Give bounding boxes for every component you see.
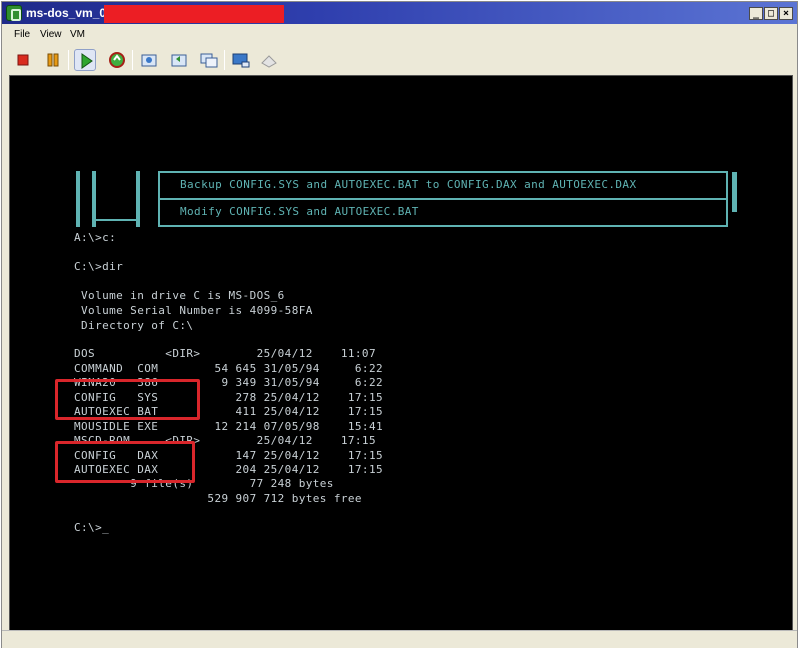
- dos-menu-left-frame: [74, 171, 154, 227]
- console-line: Directory of C:\: [74, 319, 194, 332]
- command-prompt: C:\>_: [74, 521, 110, 534]
- console-line: A:\>c:: [74, 231, 117, 244]
- menu-bar: File View VM: [2, 26, 797, 44]
- close-button[interactable]: ×: [779, 7, 793, 20]
- console-line: Volume in drive C is MS-DOS_6: [74, 289, 285, 302]
- vm-app-icon: [6, 5, 22, 21]
- console-icon[interactable]: [230, 49, 252, 71]
- minimize-button[interactable]: _: [749, 7, 763, 20]
- title-bar[interactable]: ms-dos_vm_0 _ □ ×: [2, 2, 797, 24]
- console-line: C:\>dir: [74, 260, 124, 273]
- maximize-button[interactable]: □: [764, 7, 778, 20]
- menu-file[interactable]: File: [14, 29, 30, 40]
- snapshot-manager-icon[interactable]: [198, 49, 220, 71]
- dos-menu-right-tab: [732, 172, 737, 212]
- dir-entry-dos: DOS <DIR> 25/04/12 11:07: [74, 347, 376, 360]
- console-line: Volume Serial Number is 4099-58FA: [74, 304, 313, 317]
- status-bar: [2, 630, 797, 648]
- reset-icon[interactable]: [106, 49, 128, 71]
- dir-entry-command-com: COMMAND COM 54 645 31/05/94 6:22: [74, 362, 383, 375]
- suspend-icon[interactable]: [42, 49, 64, 71]
- power-off-icon[interactable]: [12, 49, 34, 71]
- redacted-title-region: [104, 5, 284, 23]
- menu-vm[interactable]: VM: [70, 29, 85, 40]
- toolbar-separator: [68, 50, 69, 70]
- dos-console: Backup CONFIG.SYS and AUTOEXEC.BAT to CO…: [10, 76, 792, 630]
- dir-summary-free: 529 907 712 bytes free: [74, 492, 362, 505]
- vm-console-screen[interactable]: Backup CONFIG.SYS and AUTOEXEC.BAT to CO…: [9, 75, 793, 631]
- toolbar: [2, 46, 797, 74]
- fullscreen-icon[interactable]: [258, 49, 280, 71]
- revert-snapshot-icon[interactable]: [168, 49, 190, 71]
- highlight-box-sys-bat: [55, 379, 200, 420]
- vm-console-window: ms-dos_vm_0 _ □ × File View VM Backup CO…: [1, 1, 798, 648]
- toolbar-separator: [224, 50, 225, 70]
- dos-menu-item-modify[interactable]: Modify CONFIG.SYS and AUTOEXEC.BAT: [180, 205, 419, 218]
- dos-menu-divider: [160, 198, 726, 200]
- menu-view[interactable]: View: [40, 29, 62, 40]
- toolbar-separator: [132, 50, 133, 70]
- power-on-icon[interactable]: [74, 49, 96, 71]
- window-title: ms-dos_vm_0: [26, 6, 107, 20]
- highlight-box-dax: [55, 441, 195, 483]
- dos-menu-item-backup[interactable]: Backup CONFIG.SYS and AUTOEXEC.BAT to CO…: [180, 178, 636, 191]
- snapshot-icon[interactable]: [138, 49, 160, 71]
- dir-entry-mousidle-exe: MOUSIDLE EXE 12 214 07/05/98 15:41: [74, 420, 383, 433]
- dos-menu-box: Backup CONFIG.SYS and AUTOEXEC.BAT to CO…: [158, 171, 728, 227]
